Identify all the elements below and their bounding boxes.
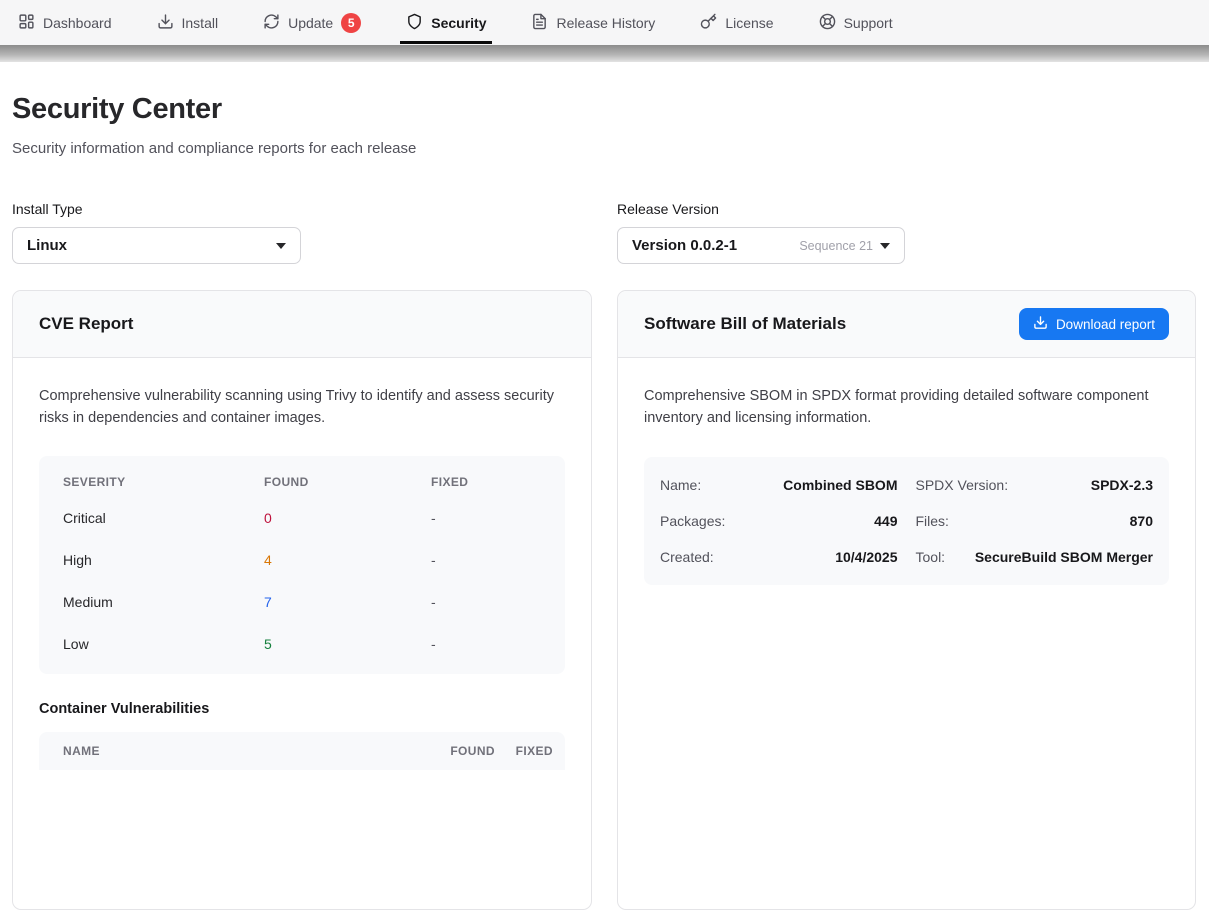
col-severity: SEVERITY	[63, 475, 264, 489]
severity-table: SEVERITY FOUND FIXED Critical 0 - High 4…	[39, 456, 565, 674]
detail-value: SPDX-2.3	[1091, 477, 1153, 493]
nav-item-label: Update	[288, 15, 333, 31]
col-fixed: FIXED	[431, 475, 541, 489]
nav-item-label: Security	[431, 15, 486, 31]
detail-label: Packages:	[660, 513, 725, 529]
key-icon	[700, 13, 717, 33]
nav-item-security[interactable]: Security	[406, 0, 486, 45]
sbom-detail-spdx-version: SPDX Version: SPDX-2.3	[916, 467, 1154, 503]
page-subtitle: Security information and compliance repo…	[12, 140, 416, 157]
detail-value: 870	[1130, 513, 1153, 529]
sbom-detail-name: Name: Combined SBOM	[660, 467, 898, 503]
severity-fixed-count: -	[431, 552, 541, 568]
detail-value: 10/4/2025	[835, 549, 897, 565]
severity-name: Medium	[63, 594, 264, 610]
detail-label: Files:	[916, 513, 949, 529]
severity-found-count: 5	[264, 636, 431, 652]
page-title: Security Center	[12, 93, 222, 126]
chevron-down-icon	[276, 243, 286, 249]
install-type-label: Install Type	[12, 201, 83, 217]
cve-report-body: Comprehensive vulnerability scanning usi…	[13, 358, 591, 798]
download-icon	[1033, 315, 1048, 333]
table-row: Medium 7 -	[39, 581, 565, 623]
nav-item-label: Install	[182, 15, 219, 31]
nav-item-release-history[interactable]: Release History	[531, 0, 655, 45]
cve-report-title: CVE Report	[39, 314, 133, 334]
col-found: FOUND	[264, 475, 431, 489]
file-text-icon	[531, 13, 548, 33]
nav-item-update[interactable]: Update 5	[263, 0, 361, 45]
severity-name: Critical	[63, 510, 264, 526]
sbom-description: Comprehensive SBOM in SPDX format provid…	[644, 386, 1156, 429]
sbom-card: Software Bill of Materials Download repo…	[617, 290, 1196, 910]
release-version-value: Version 0.0.2-1	[632, 237, 799, 254]
sbom-details: Name: Combined SBOM SPDX Version: SPDX-2…	[644, 457, 1169, 585]
sbom-detail-files: Files: 870	[916, 503, 1154, 539]
severity-fixed-count: -	[431, 594, 541, 610]
col-fixed: FIXED	[495, 744, 553, 758]
severity-found-count: 4	[264, 552, 431, 568]
severity-fixed-count: -	[431, 510, 541, 526]
install-type-value: Linux	[27, 237, 276, 254]
sbom-detail-packages: Packages: 449	[660, 503, 898, 539]
detail-label: Name:	[660, 477, 701, 493]
table-row: Critical 0 -	[39, 497, 565, 539]
nav-item-support[interactable]: Support	[819, 0, 893, 45]
detail-label: Tool:	[916, 549, 946, 565]
container-vulnerabilities-header: NAME FOUND FIXED	[39, 732, 565, 770]
sbom-detail-tool: Tool: SecureBuild SBOM Merger	[916, 539, 1154, 575]
detail-value: Combined SBOM	[783, 477, 897, 493]
severity-table-header: SEVERITY FOUND FIXED	[39, 462, 565, 497]
sbom-detail-created: Created: 10/4/2025	[660, 539, 898, 575]
col-name: NAME	[63, 744, 433, 758]
nav-item-label: Support	[844, 15, 893, 31]
refresh-icon	[263, 13, 280, 33]
chevron-down-icon	[880, 243, 890, 249]
detail-value: 449	[874, 513, 897, 529]
severity-name: Low	[63, 636, 264, 652]
nav-item-dashboard[interactable]: Dashboard	[18, 0, 112, 45]
release-sequence-text: Sequence 21	[799, 239, 873, 253]
install-type-select[interactable]: Linux	[12, 227, 301, 264]
table-row: Low 5 -	[39, 623, 565, 665]
nav-shadow-band	[0, 45, 1209, 62]
container-vulnerabilities-title: Container Vulnerabilities	[39, 701, 565, 717]
nav-item-label: Release History	[556, 15, 655, 31]
detail-label: Created:	[660, 549, 714, 565]
table-row: High 4 -	[39, 539, 565, 581]
release-version-select[interactable]: Version 0.0.2-1 Sequence 21	[617, 227, 905, 264]
col-found: FOUND	[433, 744, 495, 758]
cve-report-header: CVE Report	[13, 291, 591, 358]
life-buoy-icon	[819, 13, 836, 33]
cve-report-card: CVE Report Comprehensive vulnerability s…	[12, 290, 592, 910]
severity-found-count: 0	[264, 510, 431, 526]
nav-item-label: Dashboard	[43, 15, 112, 31]
detail-label: SPDX Version:	[916, 477, 1009, 493]
top-navigation: Dashboard Install Update 5 Security Rele…	[0, 0, 1209, 45]
nav-item-label: License	[725, 15, 773, 31]
sbom-body: Comprehensive SBOM in SPDX format provid…	[618, 358, 1195, 613]
update-count-badge: 5	[341, 13, 361, 33]
dashboard-icon	[18, 13, 35, 33]
download-report-button[interactable]: Download report	[1019, 308, 1169, 340]
cve-report-description: Comprehensive vulnerability scanning usi…	[39, 386, 561, 429]
sbom-header: Software Bill of Materials Download repo…	[618, 291, 1195, 358]
release-version-label: Release Version	[617, 201, 719, 217]
nav-item-license[interactable]: License	[700, 0, 773, 45]
download-report-label: Download report	[1056, 317, 1155, 332]
download-icon	[157, 13, 174, 33]
severity-fixed-count: -	[431, 636, 541, 652]
severity-name: High	[63, 552, 264, 568]
detail-value: SecureBuild SBOM Merger	[975, 549, 1153, 565]
shield-icon	[406, 13, 423, 33]
severity-found-count: 7	[264, 594, 431, 610]
sbom-title: Software Bill of Materials	[644, 314, 846, 334]
nav-item-install[interactable]: Install	[157, 0, 219, 45]
